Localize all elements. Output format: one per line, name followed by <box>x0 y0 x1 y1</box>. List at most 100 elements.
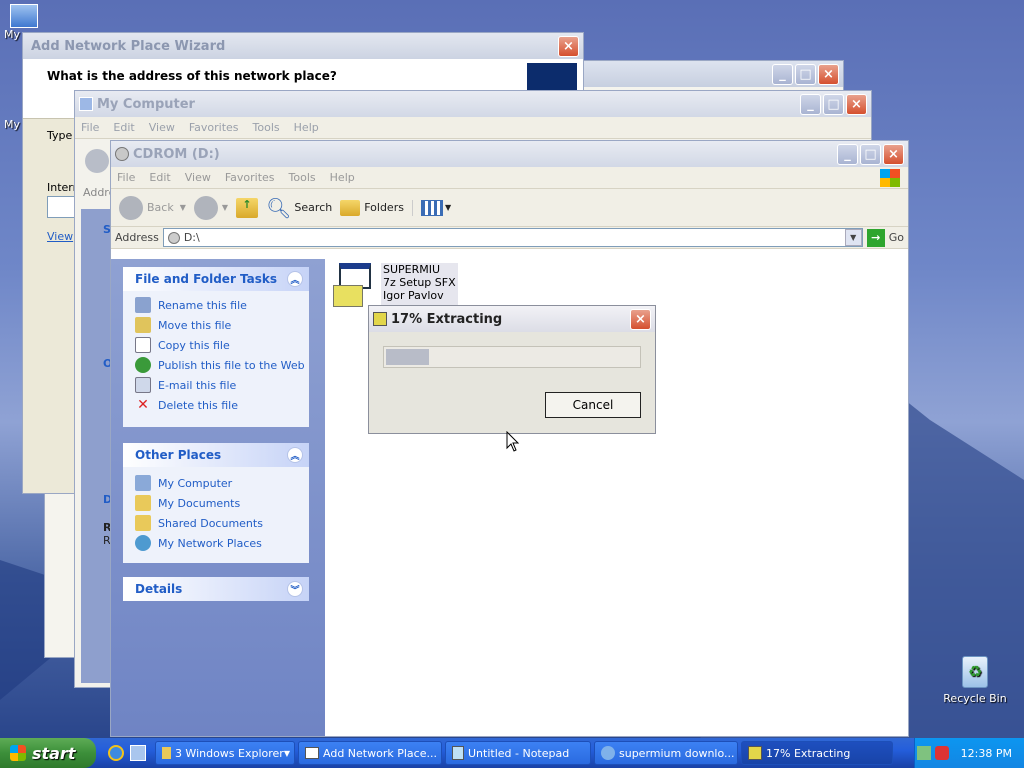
details-header[interactable]: Details ︾ <box>123 577 309 601</box>
file-name: SUPERMIU <box>383 263 441 276</box>
shared-documents-link[interactable]: Shared Documents <box>123 513 309 533</box>
my-network-places-link[interactable]: My Network Places <box>123 533 309 553</box>
delete-file-link[interactable]: ✕ Delete this file <box>123 395 309 415</box>
menu-help[interactable]: Help <box>294 121 319 134</box>
address-input[interactable]: D:\ ▼ <box>162 228 863 247</box>
up-folder-icon: ↑ <box>236 197 259 218</box>
task-add-network-place[interactable]: Add Network Place... <box>298 741 442 765</box>
close-button[interactable]: × <box>846 93 867 115</box>
window-title: My Computer <box>97 96 195 112</box>
other-places-panel: Other Places ︽ My Computer My Documents … <box>123 443 309 563</box>
folders-label: Folders <box>364 201 404 214</box>
search-label: Search <box>294 201 333 214</box>
system-tray: 12:38 PM <box>914 738 1024 768</box>
expand-icon[interactable]: ︾ <box>287 581 303 597</box>
close-button[interactable]: × <box>558 35 579 57</box>
network-icon <box>135 535 151 551</box>
forward-arrow-icon <box>193 195 218 220</box>
cd-drive-icon <box>115 147 129 161</box>
desktop-icon-label: Recycle Bin <box>943 692 1007 705</box>
globe-icon <box>135 357 151 373</box>
menu-file[interactable]: File <box>117 171 135 184</box>
search-icon: 🔍︎ <box>266 195 292 220</box>
menu-edit[interactable]: Edit <box>149 171 170 184</box>
clock[interactable]: 12:38 PM <box>961 747 1012 760</box>
my-computer-titlebar[interactable]: My Computer _ □ × <box>75 91 871 117</box>
delete-icon: ✕ <box>137 397 149 413</box>
menu-tools[interactable]: Tools <box>253 121 280 134</box>
extracting-dialog[interactable]: 17% Extracting × Cancel <box>368 305 656 434</box>
wizard-titlebar[interactable]: Add Network Place Wizard × <box>23 33 583 59</box>
publish-web-link[interactable]: Publish this file to the Web <box>123 355 309 375</box>
start-button[interactable]: start <box>0 738 96 768</box>
cancel-button[interactable]: Cancel <box>545 392 641 418</box>
task-windows-explorer[interactable]: 3 Windows Explorer ▼ <box>155 741 295 765</box>
menu-help[interactable]: Help <box>330 171 355 184</box>
window-title: Add Network Place Wizard <box>31 38 226 54</box>
copy-file-link[interactable]: Copy this file <box>123 335 309 355</box>
search-button[interactable]: 🔍︎ Search <box>266 196 332 220</box>
menu-file[interactable]: File <box>81 121 99 134</box>
back-button[interactable] <box>85 149 109 173</box>
wizard-view-link[interactable]: View <box>47 230 73 243</box>
file-company: Igor Pavlov <box>383 289 444 302</box>
go-button[interactable]: → Go <box>866 228 904 247</box>
close-button[interactable]: × <box>818 63 839 85</box>
extracting-titlebar[interactable]: 17% Extracting × <box>369 306 655 332</box>
folder-icon <box>340 199 361 216</box>
notepad-icon <box>452 746 464 760</box>
minimize-button[interactable]: _ <box>800 93 821 115</box>
close-button[interactable]: × <box>883 143 904 165</box>
move-icon <box>135 317 151 333</box>
collapse-icon[interactable]: ︽ <box>287 271 303 287</box>
menu-view[interactable]: View <box>185 171 211 184</box>
back-label: Back <box>147 201 174 214</box>
menu-view[interactable]: View <box>149 121 175 134</box>
other-places-header[interactable]: Other Places ︽ <box>123 443 309 467</box>
computer-icon <box>79 97 93 111</box>
desktop-icon-my-documents[interactable]: My <box>2 118 22 131</box>
back-button[interactable]: Back ▼ <box>119 195 186 220</box>
maximize-button[interactable]: □ <box>795 63 816 85</box>
browser-icon <box>601 746 615 760</box>
network-icon[interactable] <box>916 746 931 760</box>
installer-icon <box>331 263 377 307</box>
internet-explorer-icon[interactable] <box>108 745 124 761</box>
cd-drive-icon <box>167 231 180 244</box>
task-extracting[interactable]: 17% Extracting <box>741 741 893 765</box>
minimize-button[interactable]: _ <box>837 143 858 165</box>
file-type: 7z Setup SFX <box>383 276 456 289</box>
menu-bar: File Edit View Favorites Tools Help <box>75 117 871 139</box>
menu-favorites[interactable]: Favorites <box>225 171 275 184</box>
file-item[interactable]: SUPERMIU 7z Setup SFX Igor Pavlov <box>331 263 458 307</box>
wizard-type-label: Type <box>47 129 73 142</box>
close-button[interactable]: × <box>630 308 651 330</box>
up-folder-button[interactable]: ↑ <box>236 197 259 218</box>
maximize-button[interactable]: □ <box>860 143 881 165</box>
menu-tools[interactable]: Tools <box>289 171 316 184</box>
folders-button[interactable]: Folders <box>340 199 404 216</box>
email-file-link[interactable]: E-mail this file <box>123 375 309 395</box>
desktop-icon-recycle-bin[interactable]: ♻ Recycle Bin <box>940 656 1010 705</box>
menu-edit[interactable]: Edit <box>113 121 134 134</box>
my-computer-link[interactable]: My Computer <box>123 473 309 493</box>
security-shield-icon[interactable] <box>934 746 949 760</box>
task-supermium[interactable]: supermium downlo... <box>594 741 738 765</box>
menu-favorites[interactable]: Favorites <box>189 121 239 134</box>
forward-button[interactable]: ▼ <box>193 195 228 220</box>
rename-file-link[interactable]: Rename this file <box>123 295 309 315</box>
details-panel: Details ︾ <box>123 577 309 601</box>
task-notepad[interactable]: Untitled - Notepad <box>445 741 591 765</box>
collapse-icon[interactable]: ︽ <box>287 447 303 463</box>
wizard-address-input[interactable] <box>47 196 77 218</box>
minimize-button[interactable]: _ <box>772 63 793 85</box>
cdrom-titlebar[interactable]: CDROM (D:) _ □ × <box>111 141 908 167</box>
move-file-link[interactable]: Move this file <box>123 315 309 335</box>
maximize-button[interactable]: □ <box>823 93 844 115</box>
address-label: Address <box>115 231 159 244</box>
views-button[interactable]: ▼ <box>411 199 451 216</box>
my-documents-link[interactable]: My Documents <box>123 493 309 513</box>
file-folder-tasks-header[interactable]: File and Folder Tasks ︽ <box>123 267 309 291</box>
address-dropdown-button[interactable]: ▼ <box>844 229 862 246</box>
show-desktop-icon[interactable] <box>130 745 146 761</box>
